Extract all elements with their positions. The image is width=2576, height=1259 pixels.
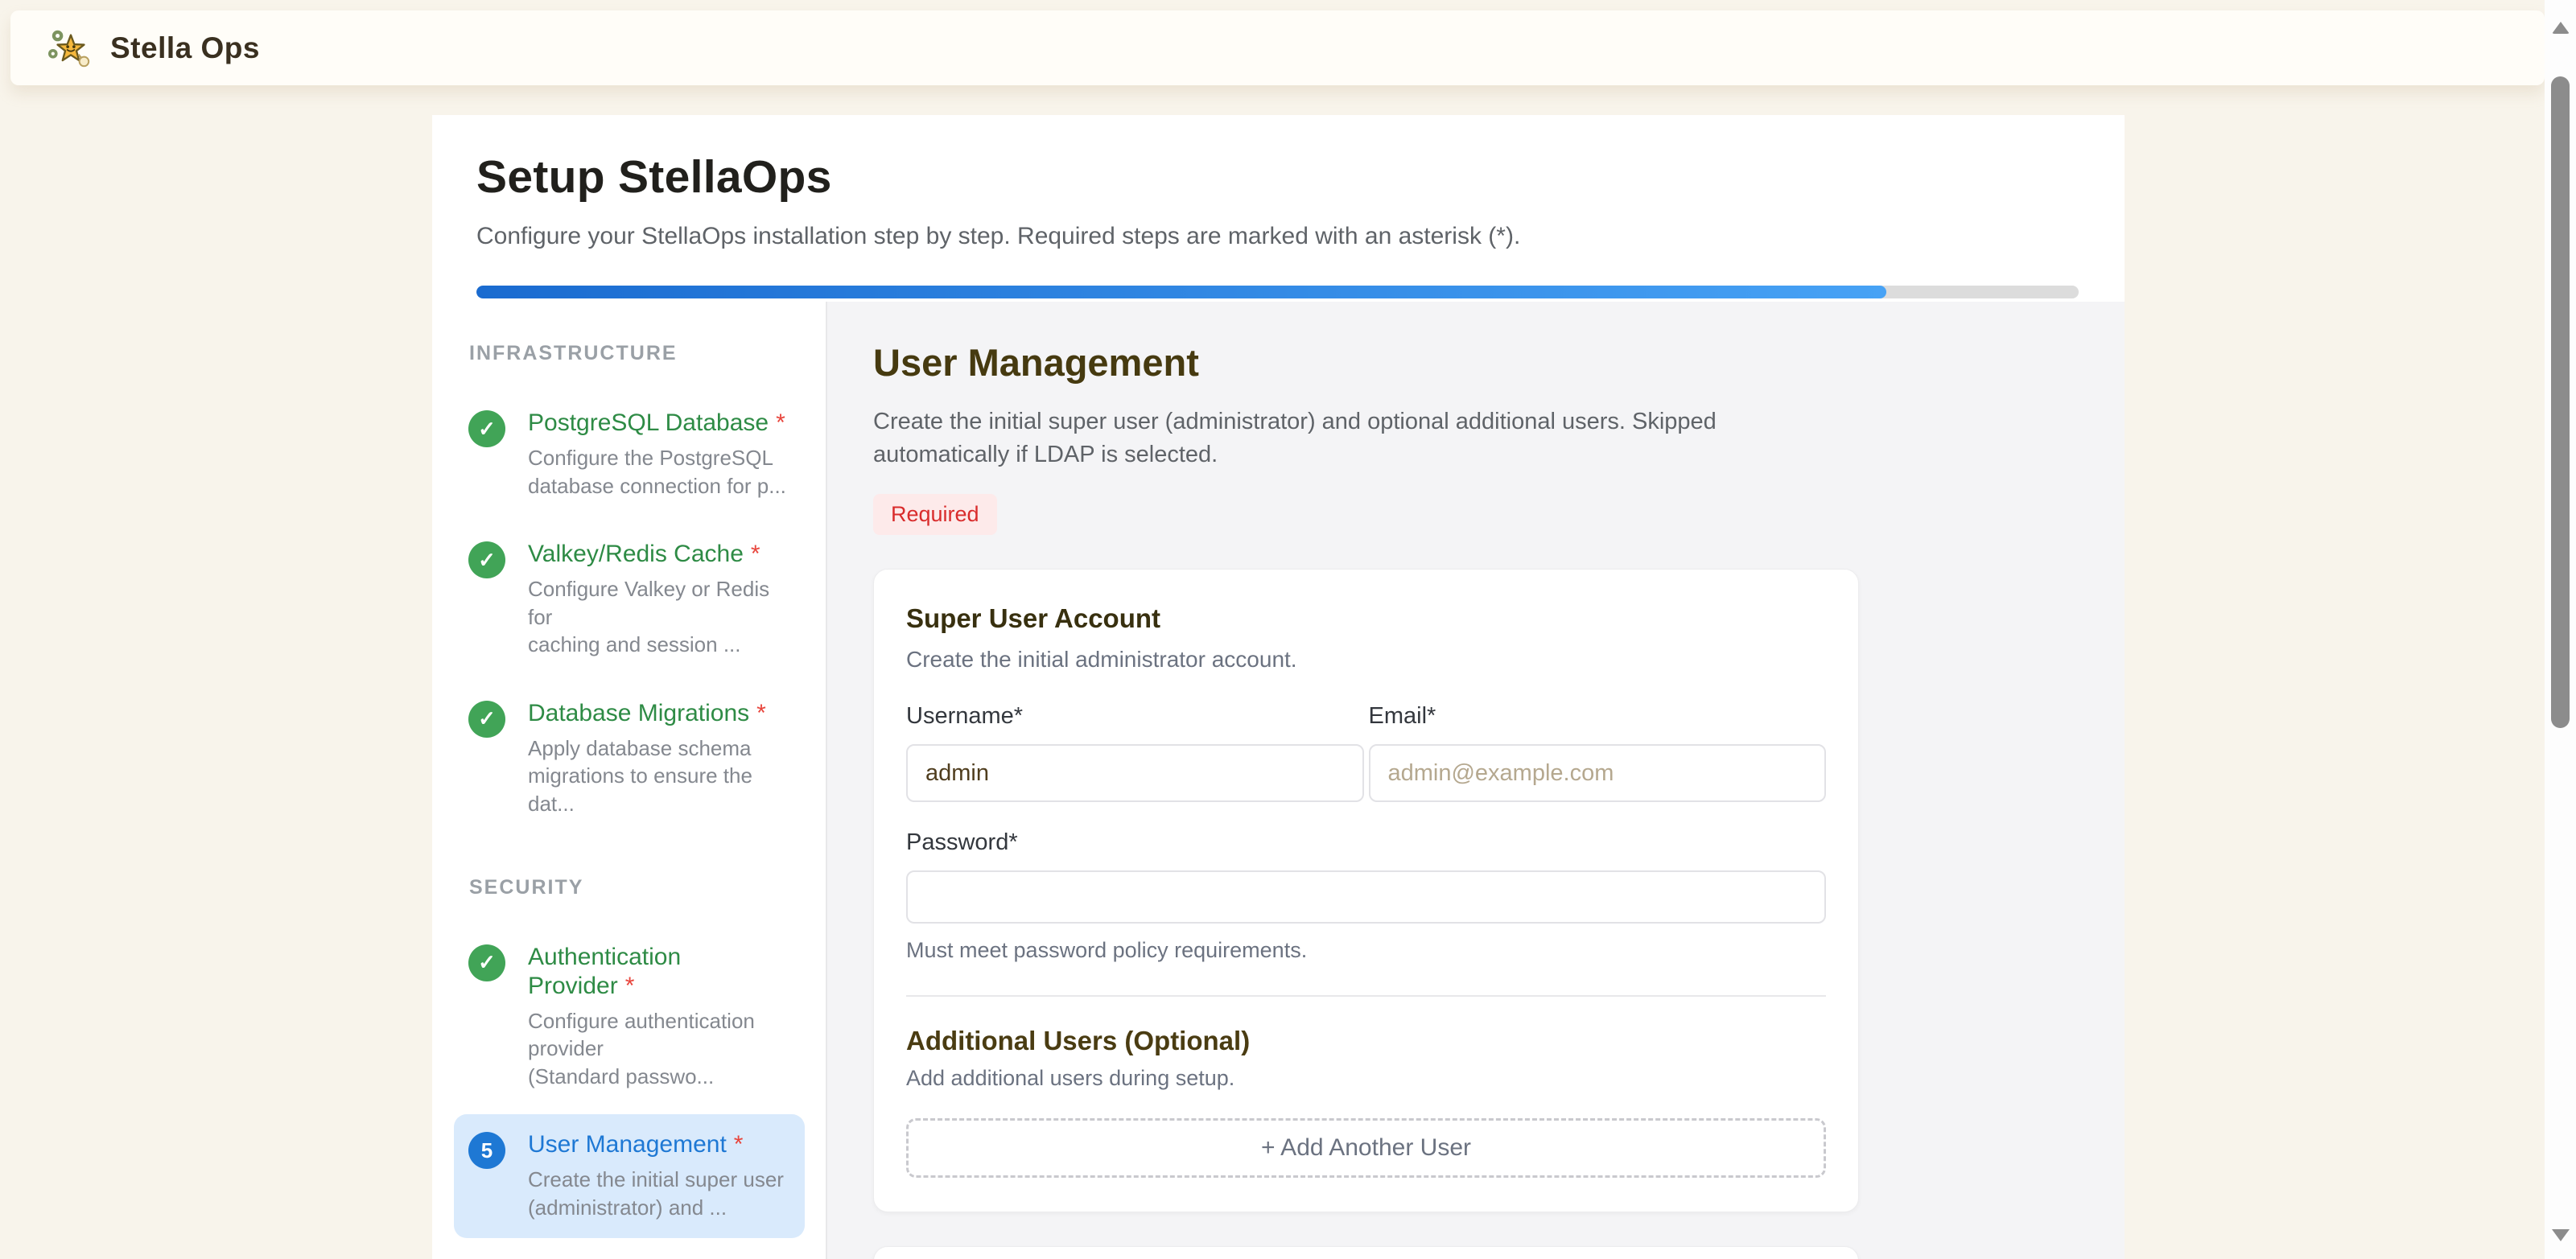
step-title: User Management* (528, 1130, 790, 1159)
username-label: Username* (906, 703, 1364, 730)
sidebar-item-valkey-redis-cache[interactable]: ✓ Valkey/Redis Cache* Configure Valkey o… (454, 524, 805, 675)
username-field-group: Username* (906, 703, 1364, 802)
section-divider (906, 995, 1826, 997)
setup-wizard: Setup StellaOps Configure your StellaOps… (432, 115, 2125, 1259)
scroll-up-icon[interactable] (2545, 11, 2576, 43)
required-asterisk: * (756, 700, 766, 726)
email-field-group: Email* (1369, 703, 1827, 802)
vertical-scrollbar[interactable] (2545, 0, 2576, 1259)
step-description: Configure the PostgreSQLdatabase connect… (528, 444, 790, 500)
sidebar-item-database-migrations[interactable]: ✓ Database Migrations* Apply database sc… (454, 683, 805, 834)
username-input[interactable] (906, 744, 1364, 802)
section-label-infrastructure: INFRASTRUCTURE (469, 342, 805, 365)
step-description-text: Create the initial super user (administr… (873, 405, 1831, 471)
additional-users-subtitle: Add additional users during setup. (906, 1066, 1826, 1091)
required-asterisk: * (751, 541, 760, 567)
required-asterisk: * (776, 409, 785, 436)
step-description: Configure authentication provider(Standa… (528, 1007, 790, 1091)
card-title: Super User Account (906, 603, 1826, 634)
check-icon: ✓ (468, 701, 505, 738)
validation-checks-card: Validation Checks connectivity Check pas… (873, 1246, 1859, 1259)
stella-ops-logo-icon (47, 26, 94, 71)
sidebar-item-user-management[interactable]: 5 User Management* Create the initial su… (454, 1114, 805, 1237)
scrollbar-thumb[interactable] (2551, 76, 2570, 728)
step-description: Configure Valkey or Redis forcaching and… (528, 575, 790, 659)
wizard-title-block: Setup StellaOps Configure your StellaOps… (432, 115, 2125, 302)
additional-users-title: Additional Users (Optional) (906, 1026, 1826, 1056)
app-header: Stella Ops (10, 10, 2545, 85)
password-field-group: Password* Must meet password policy requ… (906, 829, 1826, 963)
brand-title: Stella Ops (110, 31, 260, 65)
check-icon: ✓ (468, 944, 505, 981)
progress-bar (476, 286, 2079, 298)
page-subtitle: Configure your StellaOps installation st… (476, 223, 2080, 250)
password-helper-text: Must meet password policy requirements. (906, 938, 1826, 963)
required-asterisk: * (734, 1131, 744, 1158)
sidebar-item-postgresql-database[interactable]: ✓ PostgreSQL Database* Configure the Pos… (454, 393, 805, 516)
super-user-card: Super User Account Create the initial ad… (873, 569, 1859, 1212)
steps-sidebar: INFRASTRUCTURE ✓ PostgreSQL Database* Co… (432, 302, 827, 1259)
step-heading: User Management (873, 340, 2125, 385)
scroll-down-icon[interactable] (2545, 1219, 2576, 1251)
page-title: Setup StellaOps (476, 150, 2080, 204)
check-icon: ✓ (468, 541, 505, 578)
step-number-badge: 5 (468, 1132, 505, 1169)
add-another-user-button[interactable]: + Add Another User (906, 1118, 1826, 1178)
card-subtitle: Create the initial administrator account… (906, 647, 1826, 673)
required-asterisk: * (625, 973, 635, 999)
email-label: Email* (1369, 703, 1827, 730)
sidebar-item-authentication-provider[interactable]: ✓ Authentication Provider* Configure aut… (454, 927, 805, 1107)
step-description: Apply database schemamigrations to ensur… (528, 734, 790, 818)
step-title: PostgreSQL Database* (528, 409, 790, 438)
step-title: Database Migrations* (528, 699, 790, 728)
step-content: User Management Create the initial super… (827, 302, 2125, 1259)
sidebar-item-cryptographic-provider[interactable]: ✓ Cryptographic Provider Select cryptogr… (454, 1246, 805, 1259)
email-input[interactable] (1369, 744, 1827, 802)
password-label: Password* (906, 829, 1826, 856)
progress-fill (476, 286, 1886, 298)
section-label-security: SECURITY (469, 876, 805, 899)
check-icon: ✓ (468, 410, 505, 447)
step-title: Valkey/Redis Cache* (528, 540, 790, 569)
step-description: Create the initial super user(administra… (528, 1166, 790, 1221)
step-title: Authentication Provider* (528, 943, 790, 1001)
password-input[interactable] (906, 870, 1826, 924)
required-badge: Required (873, 494, 997, 535)
